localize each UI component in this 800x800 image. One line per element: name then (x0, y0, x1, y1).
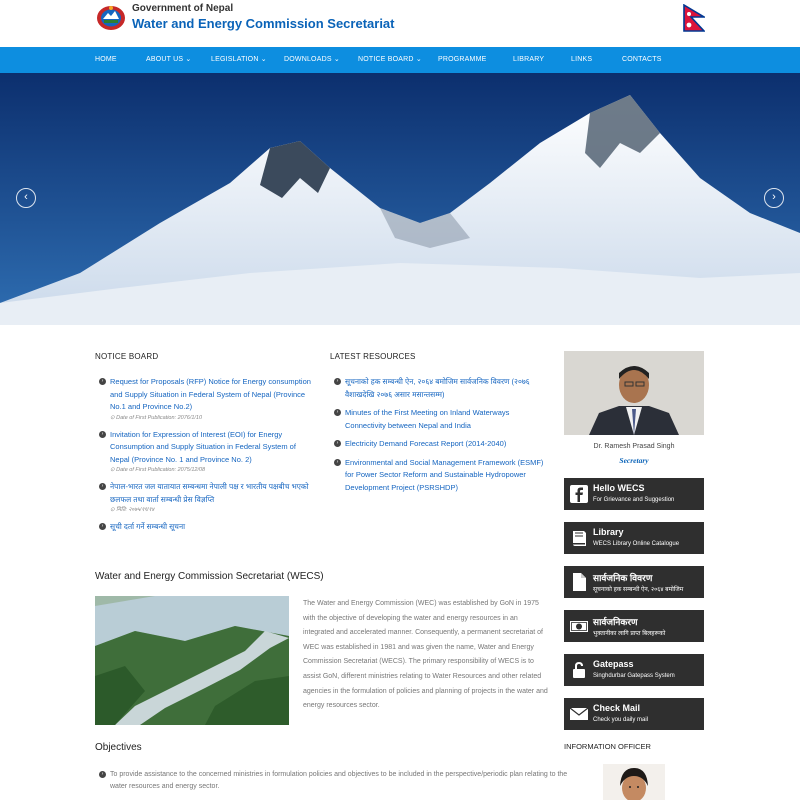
mountain-slide-image (0, 73, 800, 325)
circle-arrow-icon: › (99, 483, 106, 490)
circle-arrow-icon: › (334, 409, 341, 416)
list-item: › Minutes of the First Meeting on Inland… (330, 407, 548, 432)
about-paragraph: The Water and Energy Commission (WEC) wa… (303, 600, 548, 710)
check-mail-button[interactable]: Check Mail Check you daily mail (564, 698, 704, 730)
list-item: › Electricity Demand Forecast Report (20… (330, 438, 548, 451)
nav-item-notice-board[interactable]: NOTICE BOARD ⌄ (358, 47, 422, 73)
button-title: Library (593, 527, 624, 537)
list-item: › सूचनाको हक सम्बन्धी ऐन, २०६४ बमोजिम सा… (330, 376, 548, 401)
river-valley-image (95, 596, 289, 725)
circle-arrow-icon: › (334, 458, 341, 466)
mail-icon (569, 707, 589, 720)
notice-board-heading: NOTICE BOARD (95, 352, 159, 361)
button-subtitle: सूचनाको हक सम्बन्धी ऐन, २०६४ बमोजिम (593, 587, 684, 593)
latest-resources-heading: LATEST RESOURCES (330, 352, 416, 361)
secretary-role: Secretary (619, 456, 649, 465)
chevron-down-icon: ⌄ (260, 56, 267, 63)
nav-item-programme[interactable]: PROGRAMME (438, 47, 486, 73)
hero-slider[interactable]: ‹ › (0, 73, 800, 325)
facebook-icon (570, 485, 588, 503)
secretary-name: Dr. Ramesh Prasad Singh (593, 443, 675, 450)
organization-name[interactable]: Water and Energy Commission Secretariat (132, 16, 395, 31)
list-item: › सूची दर्ता गर्ने सम्बन्धी सूचना (95, 521, 317, 534)
hello-wecs-button[interactable]: Hello WECS For Grievance and Suggestion (564, 478, 704, 510)
button-title: Gatepass (593, 659, 634, 669)
resource-link[interactable]: सूचनाको हक सम्बन्धी ऐन, २०६४ बमोजिम सार्… (345, 377, 530, 399)
slider-next-button[interactable]: › (764, 188, 784, 208)
site-header: Government of Nepal Water and Energy Com… (0, 0, 800, 47)
notice-date: ⊙ Date of First Publication: 2075/12/08 (110, 467, 206, 473)
information-officer-heading: INFORMATION OFFICER (564, 742, 651, 751)
button-title: सार्वजनिकरण (593, 617, 638, 627)
chevron-down-icon: ⌄ (415, 56, 422, 63)
button-title: सार्वजनिक विवरण (593, 573, 653, 583)
government-label: Government of Nepal (132, 3, 234, 14)
button-title: Hello WECS (593, 483, 645, 493)
notice-date: ⊙ मिति: २०७५/११/१४ (110, 507, 155, 513)
lock-icon (573, 661, 585, 678)
main-navigation: HOME ABOUT US ⌄ LEGISLATION ⌄ DOWNLOADS … (0, 47, 800, 73)
objective-item: › To provide assistance to the concerned… (95, 769, 570, 793)
about-heading: Water and Energy Commission Secretariat … (95, 571, 324, 582)
public-disclosure-button[interactable]: सार्वजनिक विवरण सूचनाको हक सम्बन्धी ऐन, … (564, 566, 704, 598)
nav-item-contacts[interactable]: CONTACTS (622, 47, 662, 73)
objectives-heading: Objectives (95, 742, 142, 753)
chevron-down-icon: ⌄ (185, 56, 192, 63)
list-item: › Environmental and Social Management Fr… (330, 457, 548, 495)
circle-arrow-icon: › (99, 771, 106, 778)
library-button[interactable]: Library WECS Library Online Catalogue (564, 522, 704, 554)
resource-link[interactable]: Electricity Demand Forecast Report (2014… (345, 439, 506, 448)
nepal-flag-icon (683, 4, 705, 32)
chevron-left-icon: ‹ (24, 191, 28, 203)
book-icon (573, 531, 586, 546)
button-subtitle: भुक्तानीका लागि प्राप्त बिलहरूको (593, 631, 666, 637)
nav-item-library[interactable]: LIBRARY (513, 47, 544, 73)
information-officer-photo (603, 764, 665, 800)
slider-prev-button[interactable]: ‹ (16, 188, 36, 208)
circle-arrow-icon: › (99, 523, 106, 530)
gatepass-button[interactable]: Gatepass Singhdurbar Gatepass System (564, 654, 704, 686)
list-item: › Request for Proposals (RFP) Notice for… (95, 376, 317, 423)
notice-board-list: › Request for Proposals (RFP) Notice for… (95, 376, 317, 540)
latest-resources-list: › सूचनाको हक सम्बन्धी ऐन, २०६४ बमोजिम सा… (330, 376, 548, 500)
publication-button[interactable]: सार्वजनिकरण भुक्तानीका लागि प्राप्त बिलह… (564, 610, 704, 642)
button-subtitle: Check you daily mail (593, 717, 649, 723)
circle-arrow-icon: › (334, 378, 341, 385)
circle-arrow-icon: › (99, 378, 106, 385)
circle-arrow-icon: › (99, 430, 106, 438)
notice-date: ⊙ Date of First Publication: 2076/1/10 (110, 414, 203, 421)
notice-link[interactable]: नेपाल-भारत जल यातायात सम्बन्धमा नेपाली प… (110, 482, 309, 504)
list-item: › नेपाल-भारत जल यातायात सम्बन्धमा नेपाली… (95, 481, 317, 515)
button-subtitle: For Grievance and Suggestion (593, 497, 675, 503)
money-icon (570, 621, 588, 632)
nav-item-about-us[interactable]: ABOUT US ⌄ (146, 47, 192, 73)
button-title: Check Mail (593, 703, 641, 713)
nav-item-home[interactable]: HOME (95, 47, 117, 73)
button-subtitle: Singhdurbar Gatepass System (593, 673, 675, 679)
notice-link[interactable]: Invitation for Expression of Interest (E… (110, 430, 296, 464)
notice-link[interactable]: Request for Proposals (RFP) Notice for E… (110, 377, 311, 411)
resource-link[interactable]: Environmental and Social Management Fram… (345, 458, 543, 492)
document-icon (573, 573, 586, 591)
notice-link[interactable]: सूची दर्ता गर्ने सम्बन्धी सूचना (110, 522, 185, 531)
chevron-down-icon: ⌄ (333, 56, 340, 63)
secretary-photo (564, 351, 704, 435)
circle-arrow-icon: › (334, 440, 341, 447)
nav-item-downloads[interactable]: DOWNLOADS ⌄ (284, 47, 340, 73)
nav-item-legislation[interactable]: LEGISLATION ⌄ (211, 47, 267, 73)
nepal-emblem-logo[interactable] (96, 5, 126, 31)
button-subtitle: WECS Library Online Catalogue (593, 541, 680, 547)
chevron-right-icon: › (772, 191, 776, 203)
nav-item-links[interactable]: LINKS (571, 47, 592, 73)
resource-link[interactable]: Minutes of the First Meeting on Inland W… (345, 408, 509, 430)
list-item: › Invitation for Expression of Interest … (95, 429, 317, 476)
